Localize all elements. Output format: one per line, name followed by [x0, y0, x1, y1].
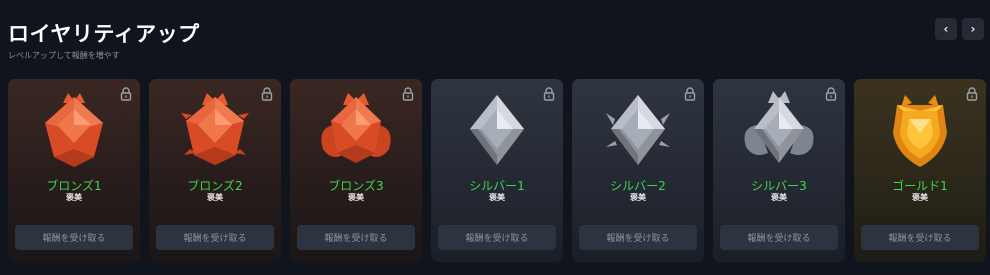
lock-icon: [966, 87, 978, 101]
loyalty-card: ゴールド1 褒美 報酬を受け取る: [854, 79, 986, 262]
reward-label: 褒美: [489, 193, 505, 202]
silver-badge-icon: [606, 95, 670, 165]
gold-badge-icon: [893, 95, 947, 167]
lock-icon: [261, 87, 273, 101]
reward-label: 褒美: [66, 193, 82, 202]
reward-label: 褒美: [207, 193, 223, 202]
chevron-right-icon: ›: [970, 22, 976, 36]
reward-label: 褒美: [630, 193, 646, 202]
loyalty-card: シルバー1 褒美 報酬を受け取る: [431, 79, 563, 262]
silver-badge-icon: [470, 95, 524, 165]
claim-reward-button[interactable]: 報酬を受け取る: [438, 225, 556, 250]
reward-label: 褒美: [771, 193, 787, 202]
loyalty-card: シルバー2 褒美 報酬を受け取る: [572, 79, 704, 262]
lock-icon: [402, 87, 414, 101]
claim-reward-button[interactable]: 報酬を受け取る: [156, 225, 274, 250]
chevron-left-icon: ‹: [943, 22, 949, 36]
bronze-badge-icon: [45, 93, 103, 167]
loyalty-card: シルバー3 褒美 報酬を受け取る: [713, 79, 845, 262]
carousel-next-button[interactable]: ›: [962, 18, 984, 40]
lock-icon: [543, 87, 555, 101]
reward-label: 褒美: [912, 193, 928, 202]
bronze-badge-icon: [181, 93, 249, 165]
silver-badge-icon: [744, 91, 814, 163]
claim-reward-button[interactable]: 報酬を受け取る: [579, 225, 697, 250]
carousel-prev-button[interactable]: ‹: [935, 18, 957, 40]
loyalty-card: ブロンズ3 褒美 報酬を受け取る: [290, 79, 422, 262]
loyalty-card: ブロンズ2 褒美 報酬を受け取る: [149, 79, 281, 262]
claim-reward-button[interactable]: 報酬を受け取る: [861, 225, 979, 250]
lock-icon: [684, 87, 696, 101]
claim-reward-button[interactable]: 報酬を受け取る: [297, 225, 415, 250]
reward-label: 褒美: [348, 193, 364, 202]
bronze-badge-icon: [321, 93, 391, 163]
claim-reward-button[interactable]: 報酬を受け取る: [720, 225, 838, 250]
loyalty-card: ブロンズ1 褒美 報酬を受け取る: [8, 79, 140, 262]
lock-icon: [120, 87, 132, 101]
page-title: ロイヤリティアップ: [8, 22, 200, 46]
claim-reward-button[interactable]: 報酬を受け取る: [15, 225, 133, 250]
lock-icon: [825, 87, 837, 101]
loyalty-card-list: ブロンズ1 褒美 報酬を受け取る ブロンズ2 褒美 報酬を受け取る ブロンズ3 …: [8, 79, 986, 262]
page-subtitle: レベルアップして報酬を増やす: [8, 51, 120, 60]
